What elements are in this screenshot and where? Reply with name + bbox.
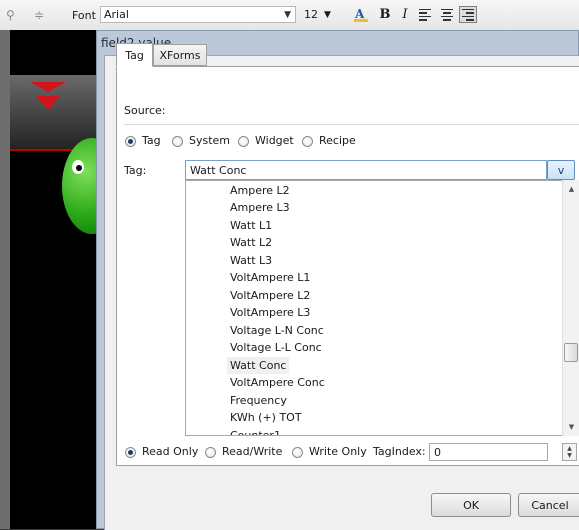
tag-list-scrollbar[interactable]: ▲ ▼ [562, 180, 579, 436]
spin-up-icon[interactable]: ▲ [567, 445, 572, 452]
align-left-icon[interactable] [416, 6, 434, 23]
source-widget-radio[interactable] [238, 136, 249, 147]
source-tag-label[interactable]: Tag [142, 134, 161, 147]
source-widget-label[interactable]: Widget [255, 134, 294, 147]
list-item[interactable]: Counter1 [230, 427, 281, 435]
list-item[interactable]: VoltAmpere L3 [230, 304, 310, 321]
list-item[interactable]: Voltage L-N Conc [230, 322, 324, 339]
read-write-label[interactable]: Read/Write [222, 445, 282, 458]
tag-label: Tag: [124, 164, 147, 177]
format-toolbar: ⚲ ≑ Font Arial ▼ 12 ▼ A B I [0, 0, 579, 31]
list-item[interactable]: Watt L2 [230, 234, 272, 251]
editor-side-strip [0, 30, 10, 529]
list-item[interactable]: Watt L3 [230, 252, 272, 269]
list-item[interactable]: KWh (+) TOT [230, 409, 302, 426]
section-divider [124, 124, 579, 125]
logo-triangle-icon [30, 82, 66, 92]
bold-button[interactable]: B [376, 6, 394, 23]
write-only-radio[interactable] [292, 447, 303, 458]
chevron-down-icon[interactable]: ▼ [281, 10, 291, 20]
list-item[interactable]: Ampere L3 [230, 199, 290, 216]
list-item[interactable]: VoltAmpere L1 [230, 269, 310, 286]
tagindex-spinner[interactable]: ▲ ▼ [562, 443, 577, 461]
scrollbar-thumb[interactable] [564, 343, 578, 362]
font-family-value: Arial [104, 8, 129, 21]
tag-combo-value: Watt Conc [190, 163, 247, 177]
list-item[interactable]: VoltAmpere Conc [230, 374, 325, 391]
list-item[interactable]: Watt L1 [230, 217, 272, 234]
font-size-select[interactable]: 12 ▼ [304, 6, 344, 23]
write-only-label[interactable]: Write Only [309, 445, 367, 458]
list-item-selected[interactable]: Watt Conc [227, 357, 290, 374]
source-recipe-label[interactable]: Recipe [319, 134, 356, 147]
align-icon[interactable]: ≑ [34, 7, 44, 23]
properties-icon[interactable]: ⚲ [6, 7, 15, 23]
tagindex-input[interactable]: 0 [429, 443, 548, 461]
spin-down-icon[interactable]: ▼ [567, 452, 572, 459]
source-recipe-radio[interactable] [302, 136, 313, 147]
font-label: Font [72, 8, 96, 22]
page-canvas[interactable] [10, 30, 122, 529]
source-tag-radio[interactable] [125, 136, 136, 147]
scroll-down-icon[interactable]: ▼ [563, 419, 579, 435]
svg-text:A: A [354, 7, 365, 21]
source-system-label[interactable]: System [189, 134, 230, 147]
cancel-button[interactable]: Cancel [518, 493, 579, 517]
tag-combo[interactable]: Watt Conc [185, 160, 547, 180]
font-family-select[interactable]: Arial ▼ [100, 6, 296, 23]
logo-triangle-icon [36, 96, 60, 110]
tag-dropdown-button[interactable]: v [547, 160, 575, 180]
tag-list[interactable]: Ampere L2 Ampere L3 Watt L1 Watt L2 Watt… [185, 180, 579, 436]
font-color-icon[interactable]: A [352, 6, 370, 23]
align-right-icon[interactable] [459, 6, 477, 23]
source-label: Source: [124, 104, 166, 117]
font-size-value: 12 [304, 8, 318, 21]
list-item[interactable]: Ampere L2 [230, 182, 290, 199]
italic-button[interactable]: I [396, 6, 414, 23]
align-center-icon[interactable] [438, 6, 456, 23]
read-write-radio[interactable] [205, 447, 216, 458]
list-item[interactable]: Voltage L-L Conc [230, 339, 322, 356]
list-item[interactable]: VoltAmpere L2 [230, 287, 310, 304]
tagindex-label: TagIndex: [373, 445, 426, 458]
chevron-down-icon[interactable]: ▼ [324, 10, 331, 20]
tab-xforms[interactable]: XForms [153, 44, 207, 66]
list-item[interactable]: Frequency [230, 392, 287, 409]
smiley-eye-icon [72, 160, 84, 174]
tab-tag[interactable]: Tag [116, 43, 153, 67]
ok-button[interactable]: OK [431, 493, 511, 517]
read-only-label[interactable]: Read Only [142, 445, 198, 458]
scroll-up-icon[interactable]: ▲ [563, 181, 579, 197]
read-only-radio[interactable] [125, 447, 136, 458]
tagindex-value: 0 [434, 445, 441, 459]
source-system-radio[interactable] [172, 136, 183, 147]
